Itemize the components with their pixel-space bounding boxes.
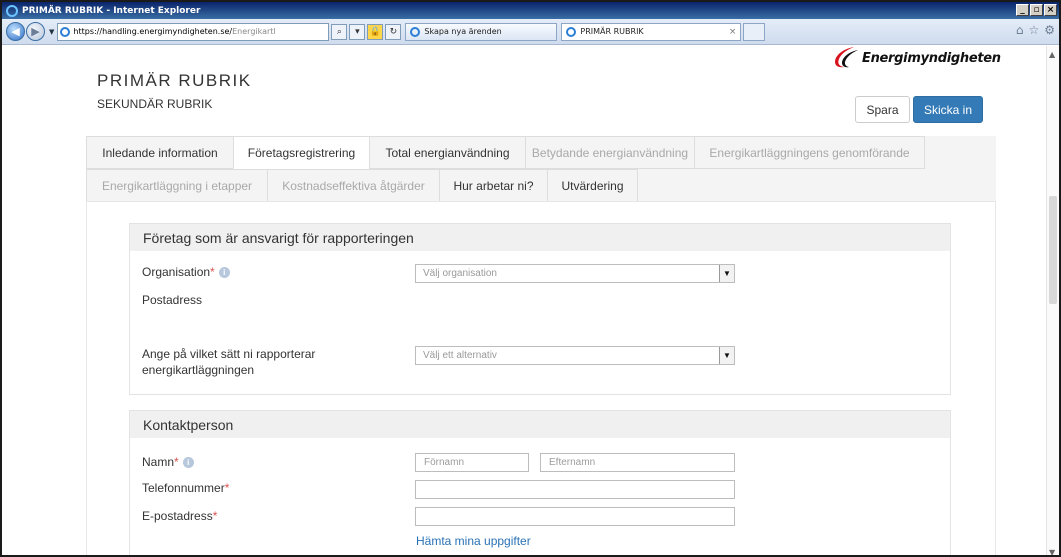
- organisation-select[interactable]: Välj organisation ▼: [415, 264, 735, 283]
- browser-tab-label: PRIMÄR RUBRIK: [580, 27, 644, 36]
- browser-right-tools: ⌂ ☆ ⚙: [1016, 23, 1055, 37]
- tab-foretagsregistrering[interactable]: Företagsregistrering: [233, 136, 369, 169]
- phone-input[interactable]: [415, 480, 735, 499]
- required-marker: *: [212, 509, 218, 523]
- tab-kostnadseffektiva-atgarder[interactable]: Kostnadseffektiva åtgärder: [267, 169, 439, 202]
- browser-navbar: ◀ ▶ ▼ https://handling.energimyndigheten…: [2, 19, 1059, 45]
- home-icon[interactable]: ⌂: [1016, 23, 1024, 37]
- history-dropdown-icon[interactable]: ▼: [49, 28, 54, 36]
- email-label: E-postadress: [142, 509, 213, 523]
- new-tab-button[interactable]: [743, 22, 766, 41]
- window-titlebar: PRIMÄR RUBRIK - Internet Explorer _ ▫ ×: [2, 2, 1059, 19]
- tab-energikartlaggningens-genomforande[interactable]: Energikartläggningens genomförande: [694, 136, 925, 169]
- email-label-row: E-postadress*: [142, 508, 217, 524]
- page-title: PRIMÄR RUBRIK: [97, 71, 252, 90]
- save-button[interactable]: Spara: [855, 96, 910, 123]
- tab-row-2: Energikartläggning i etapper Kostnadseff…: [86, 169, 638, 202]
- scroll-down-icon[interactable]: ▼: [1049, 548, 1055, 555]
- scrollbar-thumb[interactable]: [1049, 196, 1057, 304]
- address-bar[interactable]: https://handling.energimyndigheten.se/En…: [57, 22, 330, 41]
- scroll-up-icon[interactable]: ▲: [1049, 50, 1055, 59]
- lastname-input[interactable]: [540, 453, 735, 472]
- ie-logo-icon: [6, 4, 18, 17]
- close-icon[interactable]: ×: [1044, 4, 1057, 16]
- search-icon[interactable]: ⌕: [331, 23, 348, 40]
- chevron-down-icon[interactable]: ▼: [719, 347, 734, 364]
- tab-close-icon[interactable]: ×: [721, 27, 737, 37]
- report-method-select-value: Välj ett alternativ: [423, 350, 497, 361]
- required-marker: *: [224, 481, 230, 495]
- logo-swoosh-icon: [835, 47, 858, 68]
- address-label: Postadress: [142, 293, 203, 307]
- submit-button[interactable]: Skicka in: [913, 96, 983, 123]
- minimize-icon[interactable]: _: [1016, 4, 1029, 16]
- name-label: Namn: [142, 455, 175, 469]
- tab-ie-icon: [410, 26, 421, 37]
- logo-text: Energimyndigheten: [862, 50, 1001, 66]
- page-subtitle: SEKUNDÄR RUBRIK: [97, 97, 213, 111]
- report-method-label-line1: Ange på vilket sätt ni rapporterar: [142, 347, 316, 361]
- restore-icon[interactable]: ▫: [1030, 4, 1043, 16]
- window-controls: _ ▫ ×: [1016, 4, 1057, 16]
- report-method-label: Ange på vilket sätt ni rapporterar energ…: [142, 346, 382, 378]
- contact-section-title: Kontaktperson: [130, 411, 950, 438]
- report-method-select[interactable]: Välj ett alternativ ▼: [415, 346, 735, 365]
- tab-inledande-information[interactable]: Inledande information: [86, 136, 233, 169]
- tab-hur-arbetar-ni[interactable]: Hur arbetar ni?: [439, 169, 547, 202]
- tab-utvardering[interactable]: Utvärdering: [547, 169, 638, 202]
- required-marker: *: [174, 455, 179, 469]
- url-path-text: Energikartl: [232, 27, 276, 36]
- dropdown-icon[interactable]: ▾: [349, 23, 366, 40]
- email-input[interactable]: [415, 507, 735, 526]
- tab-energikartlaggning-i-etapper[interactable]: Energikartläggning i etapper: [86, 169, 267, 202]
- company-section-title: Företag som är ansvarigt för rapporterin…: [130, 224, 950, 251]
- organisation-label: Organisation: [142, 265, 211, 279]
- name-label-row: Namn* i: [142, 454, 194, 470]
- address-bar-tools: ⌕ ▾ 🔒 ↻: [331, 23, 402, 40]
- back-arrow-icon[interactable]: ◀: [6, 22, 25, 41]
- tab-betydande-energianvandning[interactable]: Betydande energianvändning: [525, 136, 694, 169]
- page-scrollbar[interactable]: ▲ ▼: [1046, 46, 1059, 555]
- web-page: Energimyndigheten PRIMÄR RUBRIK SEKUNDÄR…: [2, 46, 1050, 555]
- organisation-label-row: Organisation* i: [142, 264, 230, 280]
- firstname-input[interactable]: [415, 453, 529, 472]
- url-text: https://handling.energimyndigheten.se/: [73, 27, 233, 36]
- site-ie-icon: [60, 26, 71, 37]
- info-icon[interactable]: i: [182, 457, 194, 469]
- tab-ie-icon: [566, 26, 577, 37]
- fetch-my-details-link[interactable]: Hämta mina uppgifter: [416, 534, 531, 548]
- report-method-label-line2: energikartläggningen: [142, 363, 255, 377]
- lock-icon[interactable]: 🔒: [367, 23, 384, 40]
- forward-arrow-icon[interactable]: ▶: [26, 22, 45, 41]
- energimyndigheten-logo: Energimyndigheten: [832, 46, 1001, 70]
- browser-tab-label: Skapa nya ärenden: [424, 27, 502, 36]
- phone-label-row: Telefonnummer*: [142, 480, 229, 496]
- browser-tab-primar[interactable]: PRIMÄR RUBRIK ×: [561, 22, 742, 41]
- required-marker: *: [210, 265, 215, 279]
- chevron-down-icon[interactable]: ▼: [719, 265, 734, 282]
- tab-row-1: Inledande information Företagsregistreri…: [86, 136, 925, 169]
- info-icon[interactable]: i: [218, 267, 230, 279]
- favorites-star-icon[interactable]: ☆: [1028, 23, 1039, 37]
- phone-label: Telefonnummer: [142, 481, 225, 495]
- browser-window: PRIMÄR RUBRIK - Internet Explorer _ ▫ × …: [0, 0, 1061, 557]
- refresh-icon[interactable]: ↻: [385, 23, 402, 40]
- organisation-select-value: Välj organisation: [423, 268, 497, 279]
- settings-gear-icon[interactable]: ⚙: [1044, 23, 1055, 37]
- tab-total-energianvandning[interactable]: Total energianvändning: [369, 136, 525, 169]
- window-title: PRIMÄR RUBRIK - Internet Explorer: [22, 5, 201, 16]
- browser-tab-skapa[interactable]: Skapa nya ärenden: [405, 22, 558, 41]
